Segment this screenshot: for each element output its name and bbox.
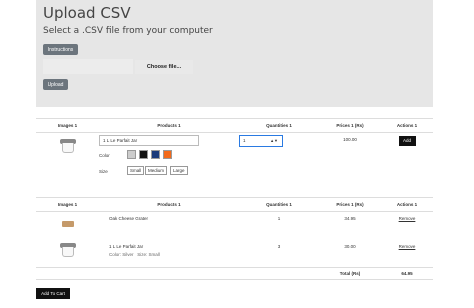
- header-images: Images 1: [36, 197, 99, 212]
- header-products: Products 1: [99, 197, 239, 212]
- table-row: Oak Cheese Grater 1 34.95 Remove: [36, 212, 433, 238]
- total-value: 64.95: [381, 267, 433, 280]
- header-prices: Prices 1 (Rs): [319, 118, 381, 133]
- table-row: 1 L Le Parfait Jar Color: Silver Size: S…: [36, 238, 433, 268]
- upload-button[interactable]: Upload: [43, 79, 68, 90]
- cart-table: Images 1 Products 1 Quantities 1 Prices …: [36, 197, 433, 280]
- total-label: Total (Rs): [319, 267, 381, 280]
- header-quantities: Quantities 1: [239, 118, 319, 133]
- cart-product-name: Oak Cheese Grater: [109, 216, 149, 221]
- remove-link[interactable]: Remove: [399, 244, 416, 249]
- file-name-field[interactable]: [43, 59, 133, 74]
- add-button[interactable]: Add: [398, 136, 416, 146]
- cheese-grater-thumbnail: [61, 221, 74, 227]
- cart-quantity: 3: [277, 243, 281, 249]
- header-products: Products 1: [99, 118, 239, 133]
- upload-title: Upload CSV: [43, 4, 131, 22]
- cart-price: 30.00: [344, 243, 356, 249]
- selector-header-row: Images 1 Products 1 Quantities 1 Prices …: [36, 118, 433, 133]
- cart-quantity: 1: [277, 216, 281, 221]
- cart-price: 34.95: [344, 216, 356, 221]
- color-swatch-black[interactable]: [139, 150, 148, 159]
- product-select[interactable]: 1 L Le Parfait Jar: [99, 135, 199, 146]
- stepper-arrows-icon: ▲▼: [270, 138, 278, 143]
- cart-header-row: Images 1 Products 1 Quantities 1 Prices …: [36, 197, 433, 212]
- choose-file-button[interactable]: Choose file...: [135, 60, 193, 74]
- remove-link[interactable]: Remove: [399, 216, 416, 221]
- quantity-select[interactable]: 1 ▲▼: [239, 135, 283, 147]
- jar-thumbnail: [59, 139, 77, 153]
- color-label: Color: [99, 153, 110, 158]
- jar-thumbnail: [59, 242, 77, 257]
- size-medium-button[interactable]: Medium: [145, 166, 168, 175]
- header-actions: Actions 1: [381, 118, 433, 133]
- price-value: 100.00: [343, 137, 357, 142]
- upload-panel: Upload CSV Select a .CSV file from your …: [36, 0, 433, 107]
- file-input[interactable]: Choose file...: [43, 59, 193, 74]
- header-images: Images 1: [36, 118, 99, 133]
- cart-product-details: Color: Silver Size: Small: [109, 251, 160, 257]
- cart-product-name: 1 L Le Parfait Jar: [109, 243, 144, 249]
- header-prices: Prices 1 (Rs): [319, 197, 381, 212]
- color-swatch-navy[interactable]: [151, 150, 160, 159]
- selector-row: 1 L Le Parfait Jar Color Size Small Medi…: [36, 133, 433, 184]
- header-quantities: Quantities 1: [239, 197, 319, 212]
- color-swatch-orange[interactable]: [163, 150, 172, 159]
- add-to-cart-button[interactable]: Add To Cart: [36, 288, 70, 299]
- size-large-button[interactable]: Large: [170, 166, 188, 175]
- color-swatch-silver[interactable]: [127, 150, 136, 159]
- instructions-button[interactable]: Instructions: [43, 44, 78, 55]
- product-selector-table: Images 1 Products 1 Quantities 1 Prices …: [36, 118, 433, 183]
- size-label: Size: [99, 169, 108, 174]
- size-small-button[interactable]: Small: [127, 166, 145, 175]
- total-row: Total (Rs) 64.95: [36, 267, 433, 280]
- header-actions: Actions 1: [381, 197, 433, 212]
- quantity-value: 1: [243, 138, 246, 143]
- upload-subtitle: Select a .CSV file from your computer: [43, 26, 213, 36]
